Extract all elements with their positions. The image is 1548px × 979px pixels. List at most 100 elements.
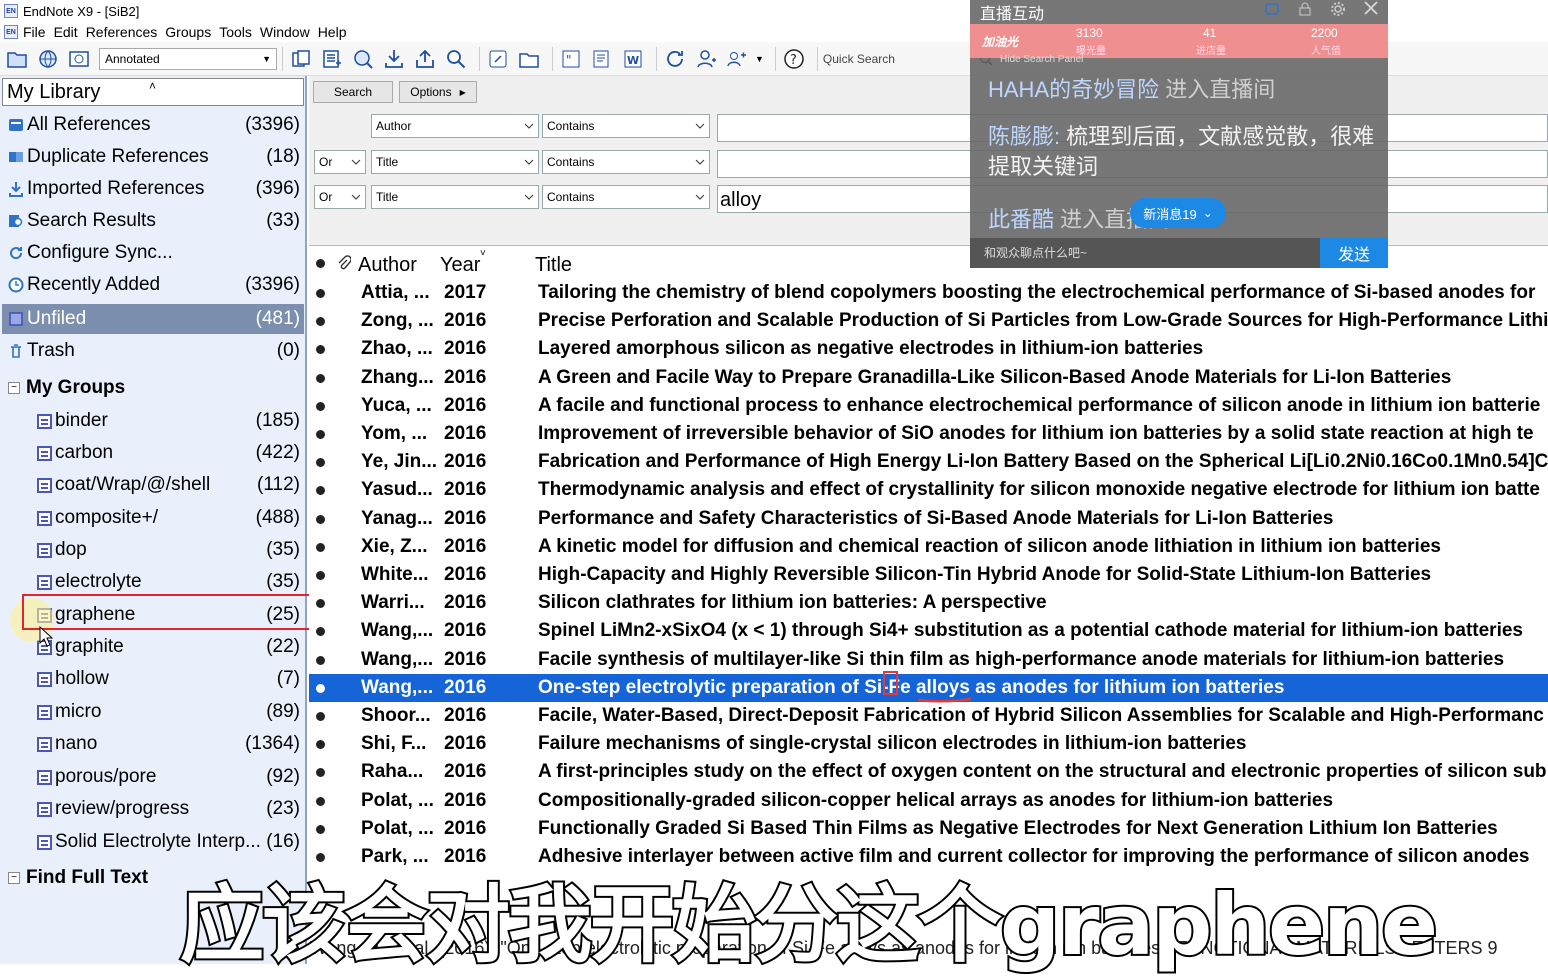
group-item[interactable]: hollow (7)	[2, 664, 304, 694]
year-column-header[interactable]: Year	[440, 254, 480, 277]
group-item[interactable]: composite+/ (488)	[2, 503, 304, 533]
chevron-down-icon[interactable]: ▼	[755, 54, 764, 64]
collapse-icon[interactable]: −	[8, 872, 20, 884]
search-bool-select-3[interactable]: Or	[314, 185, 366, 209]
group-item[interactable]: micro (89)	[2, 697, 304, 727]
reference-row[interactable]: White... 2016 High-Capacity and Highly Rev…	[309, 561, 1548, 589]
format-bibliography-button[interactable]	[589, 46, 615, 72]
chat-input[interactable]: 和观众聊点什么吧~	[970, 238, 1320, 268]
search-button[interactable]: Search	[313, 81, 393, 103]
reference-title: Improvement of irreversible behavior of …	[538, 423, 1534, 444]
reference-row[interactable]: Wang,... 2016 One-step electrolytic prepar…	[309, 673, 1548, 702]
reference-author: Shoor...	[361, 705, 431, 726]
find-full-text-button[interactable]	[443, 46, 469, 72]
reference-row[interactable]: Xie, Z... 2016 A kinetic model for diffusi…	[309, 533, 1548, 561]
menu-tools[interactable]: Tools	[219, 24, 252, 40]
attachment-column-icon[interactable]	[337, 255, 351, 271]
reference-row[interactable]: Yanag... 2016 Performance and Safety Chara…	[309, 505, 1548, 533]
group-item[interactable]: Solid Electrolyte Interp... (16)	[2, 827, 304, 857]
open-link-button[interactable]	[485, 46, 511, 72]
online-search-mode-button[interactable]	[35, 46, 61, 72]
search-operator-select-1[interactable]: Contains	[542, 114, 710, 138]
group-item[interactable]: coat/Wrap/@/shell (112)	[2, 470, 304, 500]
import-button[interactable]	[381, 46, 407, 72]
collapse-icon[interactable]: −	[8, 382, 20, 394]
sync-button[interactable]	[662, 46, 688, 72]
menu-edit[interactable]: Edit	[54, 24, 78, 40]
search-bool-select-2[interactable]: Or	[314, 150, 366, 174]
reference-row[interactable]: Wang,... 2016 Spinel LiMn2-xSixO4 (x < 1) …	[309, 617, 1548, 645]
reference-row[interactable]: Zong, ... 2016 Precise Perforation and Sca…	[309, 307, 1548, 335]
library-item-configure-sync[interactable]: Configure Sync...	[2, 238, 304, 268]
group-item[interactable]: review/progress (23)	[2, 794, 304, 824]
reference-row[interactable]: Yom, ... 2016 Improvement of irreversible …	[309, 420, 1548, 448]
output-style-select[interactable]: Annotated ▼	[99, 47, 277, 70]
integrated-library-button[interactable]	[66, 46, 92, 72]
pin-icon[interactable]	[1264, 2, 1280, 16]
copy-to-library-button[interactable]	[288, 46, 314, 72]
online-search-button[interactable]	[350, 46, 376, 72]
read-status-column-icon[interactable]	[316, 259, 325, 268]
group-item[interactable]: carbon (422)	[2, 438, 304, 468]
group-item[interactable]: binder (185)	[2, 406, 304, 436]
quick-search-input[interactable]: Quick Search	[823, 47, 993, 71]
reference-row[interactable]: Yuca, ... 2016 A facile and functional pro…	[309, 392, 1548, 420]
options-button[interactable]: Options ▶	[399, 81, 477, 103]
reference-row[interactable]: Raha... 2016 A first-principles study on t…	[309, 758, 1548, 786]
toolbar-separator	[552, 46, 553, 71]
export-button[interactable]	[412, 46, 438, 72]
lock-icon[interactable]	[1298, 2, 1312, 16]
reference-row[interactable]: Attia, ... 2017 Tailoring the chemistry of…	[309, 279, 1548, 307]
menu-window[interactable]: Window	[260, 24, 310, 40]
group-share-button[interactable]	[724, 46, 750, 72]
insert-citation-button[interactable]: "	[558, 46, 584, 72]
search-field-select-2[interactable]: Title	[371, 150, 539, 174]
library-item-trash[interactable]: Trash (0)	[2, 336, 304, 366]
reference-row[interactable]: Warri... 2016 Silicon clathrates for lithi…	[309, 589, 1548, 617]
search-field-select-3[interactable]: Title	[371, 185, 539, 209]
reference-row[interactable]: Ye, Jin... 2016 Fabrication and Performanc…	[309, 448, 1548, 476]
open-file-button[interactable]	[516, 46, 542, 72]
read-status-icon	[316, 571, 325, 580]
group-item[interactable]: dop (35)	[2, 535, 304, 565]
menu-groups[interactable]: Groups	[165, 24, 211, 40]
send-button[interactable]: 发送	[1320, 238, 1388, 268]
library-item-count: (3396)	[245, 274, 300, 295]
library-item-imported-references[interactable]: Imported References (396)	[2, 174, 304, 204]
reference-row[interactable]: Zhao, ... 2016 Layered amorphous silicon a…	[309, 335, 1548, 363]
reference-row[interactable]: Shoor... 2016 Facile, Water-Based, Direct-…	[309, 702, 1548, 730]
group-item[interactable]: electrolyte (35)	[2, 567, 304, 597]
reference-row[interactable]: Yasud... 2016 Thermodynamic analysis and e…	[309, 476, 1548, 504]
reference-row[interactable]: Shi, F... 2016 Failure mechanisms of singl…	[309, 730, 1548, 758]
menu-file[interactable]: File	[23, 24, 46, 40]
author-column-header[interactable]: Author	[358, 254, 417, 277]
search-operator-select-2[interactable]: Contains	[542, 150, 710, 174]
menu-references[interactable]: References	[86, 24, 158, 40]
library-item-duplicate-references[interactable]: Duplicate References (18)	[2, 142, 304, 172]
reference-row[interactable]: Polat, ... 2016 Compositionally-graded sil…	[309, 787, 1548, 815]
library-item-unfiled[interactable]: Unfiled (481)	[2, 304, 304, 334]
share-button[interactable]	[693, 46, 719, 72]
reference-row[interactable]: Wang,... 2016 Facile synthesis of multilay…	[309, 646, 1548, 674]
title-column-header[interactable]: Title	[535, 254, 572, 277]
new-reference-button[interactable]	[319, 46, 345, 72]
reference-row[interactable]: Zhang... 2016 A Green and Facile Way to Pr…	[309, 364, 1548, 392]
go-to-word-button[interactable]: W	[620, 46, 646, 72]
group-item[interactable]: porous/pore (92)	[2, 762, 304, 792]
help-button[interactable]: ?	[781, 46, 807, 72]
new-messages-button[interactable]: 新消息19 ⌄	[1130, 198, 1226, 228]
search-field-select-1[interactable]: Author	[371, 114, 539, 138]
gear-icon[interactable]	[1330, 1, 1346, 17]
close-icon[interactable]	[1363, 0, 1379, 16]
group-item[interactable]: nano (1364)	[2, 729, 304, 759]
search-operator-select-3[interactable]: Contains	[542, 185, 710, 209]
my-library-header[interactable]: My Library ˄	[2, 78, 304, 106]
local-library-mode-button[interactable]	[4, 46, 30, 72]
chevron-down-icon	[695, 159, 705, 165]
library-item-recently-added[interactable]: Recently Added (3396)	[2, 270, 304, 300]
library-item-search-results[interactable]: Search Results (33)	[2, 206, 304, 236]
reference-row[interactable]: Polat, ... 2016 Functionally Graded Si Bas…	[309, 815, 1548, 843]
my-groups-header[interactable]: − My Groups	[2, 373, 304, 403]
menu-help[interactable]: Help	[318, 24, 347, 40]
library-item-all-references[interactable]: All References (3396)	[2, 110, 304, 140]
